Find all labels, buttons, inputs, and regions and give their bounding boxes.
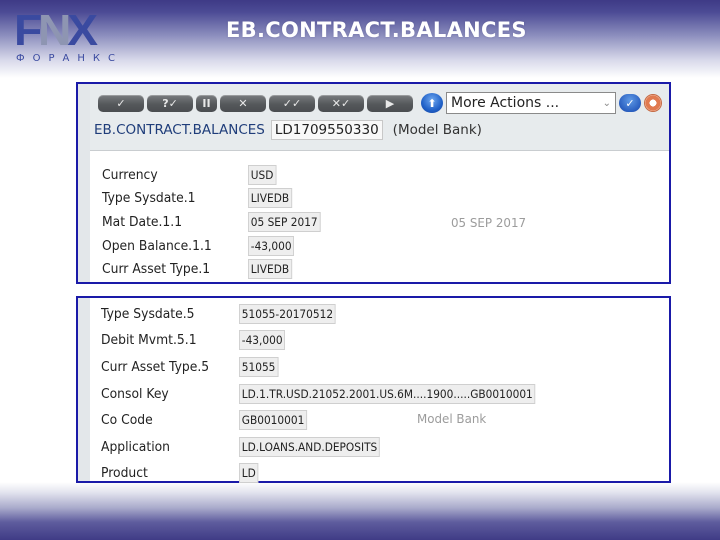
more-actions-label: More Actions ... <box>451 95 560 111</box>
field-row-curr-asset-type-5: Curr Asset Type.5 51055 <box>101 356 282 378</box>
upload-arrow-icon: ⬆ <box>427 96 437 110</box>
field-row-product: Product LD <box>101 462 260 484</box>
more-actions-dropdown[interactable]: More Actions ... ⌄ <box>446 92 616 114</box>
field-label: Debit Mvmt.5.1 <box>101 332 197 348</box>
play-icon: ▶ <box>385 96 395 110</box>
record-id-field[interactable]: LD1709550330 <box>270 120 383 140</box>
field-label: Type Sysdate.1 <box>102 190 196 206</box>
field-row-curr-asset-type-1: Curr Asset Type.1 LIVEDB <box>102 258 296 280</box>
logo-subtitle: ФОРАНКС <box>16 53 123 64</box>
field-row-debit-mvmt: Debit Mvmt.5.1 -43,000 <box>101 329 289 351</box>
double-check-icon: ✓✓ <box>282 96 302 110</box>
field-row-co-code: Co Code GB0010001 <box>101 409 313 431</box>
field-value[interactable]: 51055 <box>239 357 279 377</box>
field-row-mat-date: Mat Date.1.1 05 SEP 2017 <box>102 211 327 233</box>
field-label: Consol Key <box>101 386 169 402</box>
validate-icon: ?✓ <box>162 96 178 110</box>
left-strip <box>78 84 90 282</box>
field-value[interactable]: -43,000 <box>239 330 286 350</box>
company-name: (Model Bank) <box>392 122 482 138</box>
field-value[interactable]: LD <box>239 463 259 483</box>
pause-icon: II <box>202 96 211 110</box>
field-label: Currency <box>102 167 158 183</box>
field-label: Product <box>101 465 148 481</box>
application-name: EB.CONTRACT.BALANCES <box>94 122 265 138</box>
field-label: Application <box>101 439 171 455</box>
record-line: EB.CONTRACT.BALANCES LD1709550330 (Model… <box>94 120 482 140</box>
reverse-button[interactable]: ✕✓ <box>318 94 364 112</box>
mat-date-enrichment: 05 SEP 2017 <box>451 215 527 230</box>
toolbar-area: ✓ ?✓ II ✕ ✓✓ ✕✓ ▶ ⬆ More Actions ... ⌄ ✓… <box>90 84 669 151</box>
field-label: Curr Asset Type.5 <box>101 359 210 375</box>
check-icon: ✓ <box>625 96 635 110</box>
field-value[interactable]: LIVEDB <box>248 259 292 279</box>
field-value[interactable]: -43,000 <box>248 236 295 256</box>
field-value[interactable]: LIVEDB <box>248 188 292 208</box>
field-label: Co Code <box>101 412 153 428</box>
upload-button[interactable]: ⬆ <box>421 93 443 113</box>
field-value[interactable]: 51055-20170512 <box>239 304 336 324</box>
foranx-logo: FNX ФОРАНКС <box>12 8 132 68</box>
hold-button[interactable]: II <box>196 94 217 112</box>
authorise-button[interactable]: ✓✓ <box>269 94 315 112</box>
field-row-type-sysdate-5: Type Sysdate.5 51055-20170512 <box>101 303 344 325</box>
chevron-down-icon: ⌄ <box>602 97 611 109</box>
field-label: Curr Asset Type.1 <box>102 261 211 277</box>
balances-detail-panel: Type Sysdate.5 51055-20170512 Debit Mvmt… <box>76 296 671 483</box>
field-label: Type Sysdate.5 <box>101 306 195 322</box>
page-title: EB.CONTRACT.BALANCES <box>226 18 527 42</box>
field-value[interactable]: GB0010001 <box>239 410 308 430</box>
field-value[interactable]: USD <box>248 165 277 185</box>
field-label: Mat Date.1.1 <box>102 214 183 230</box>
field-label: Open Balance.1.1 <box>102 238 212 254</box>
delete-button[interactable]: ✕ <box>220 94 266 112</box>
company-enrichment: Model Bank <box>417 411 487 426</box>
cross-check-icon: ✕✓ <box>331 96 351 110</box>
field-value[interactable]: LD.LOANS.AND.DEPOSITS <box>239 437 381 457</box>
commit-button[interactable]: ✓ <box>98 94 144 112</box>
next-button[interactable]: ▶ <box>367 94 413 112</box>
field-row-consol-key: Consol Key LD.1.TR.USD.21052.2001.US.6M.… <box>101 383 561 405</box>
field-value[interactable]: LD.1.TR.USD.21052.2001.US.6M....1900....… <box>239 384 536 404</box>
cross-icon: ✕ <box>238 96 248 110</box>
field-row-type-sysdate-1: Type Sysdate.1 LIVEDB <box>102 187 296 209</box>
logo-mark: FNX <box>14 6 98 55</box>
help-lifebuoy-icon[interactable] <box>644 94 662 112</box>
field-value[interactable]: 05 SEP 2017 <box>248 212 321 232</box>
field-row-currency: Currency USD <box>102 164 279 186</box>
check-icon: ✓ <box>116 96 126 110</box>
left-strip <box>78 298 90 481</box>
field-row-application: Application LD.LOANS.AND.DEPOSITS <box>101 436 392 458</box>
toolbar: ✓ ?✓ II ✕ ✓✓ ✕✓ ▶ ⬆ More Actions ... ⌄ ✓ <box>98 92 662 114</box>
validate-button[interactable]: ?✓ <box>147 94 193 112</box>
field-row-open-balance: Open Balance.1.1 -43,000 <box>102 235 298 257</box>
contract-header-panel: ✓ ?✓ II ✕ ✓✓ ✕✓ ▶ ⬆ More Actions ... ⌄ ✓… <box>76 82 671 284</box>
go-button[interactable]: ✓ <box>619 94 641 112</box>
